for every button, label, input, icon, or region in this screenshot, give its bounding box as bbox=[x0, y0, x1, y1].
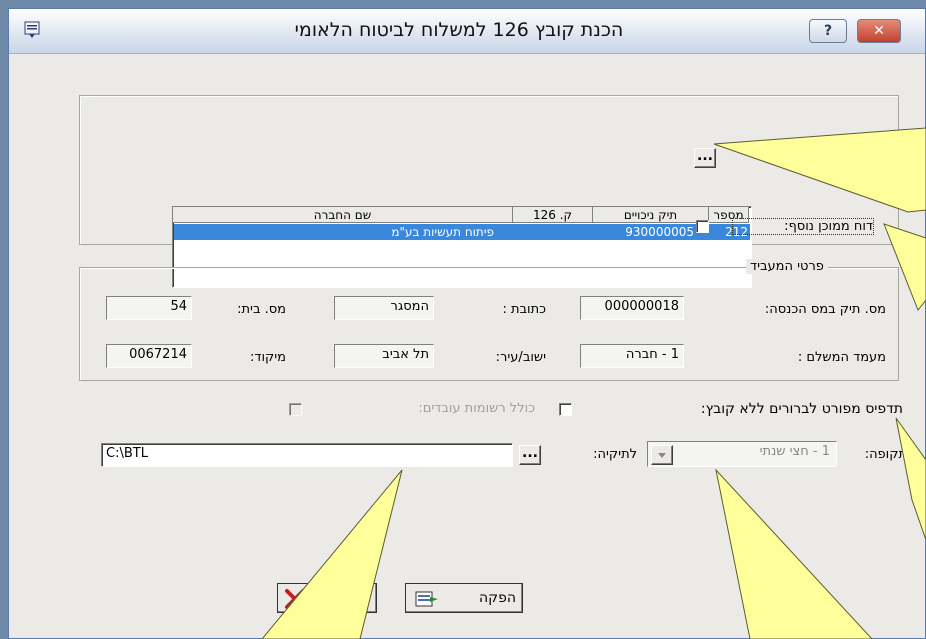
callout-companies bbox=[713, 127, 926, 213]
callout-folder bbox=[261, 469, 403, 639]
callout-overlay bbox=[261, 127, 926, 639]
callout-period bbox=[715, 468, 873, 639]
callout-extra-report bbox=[883, 223, 926, 311]
callout-print-detail bbox=[895, 417, 926, 541]
